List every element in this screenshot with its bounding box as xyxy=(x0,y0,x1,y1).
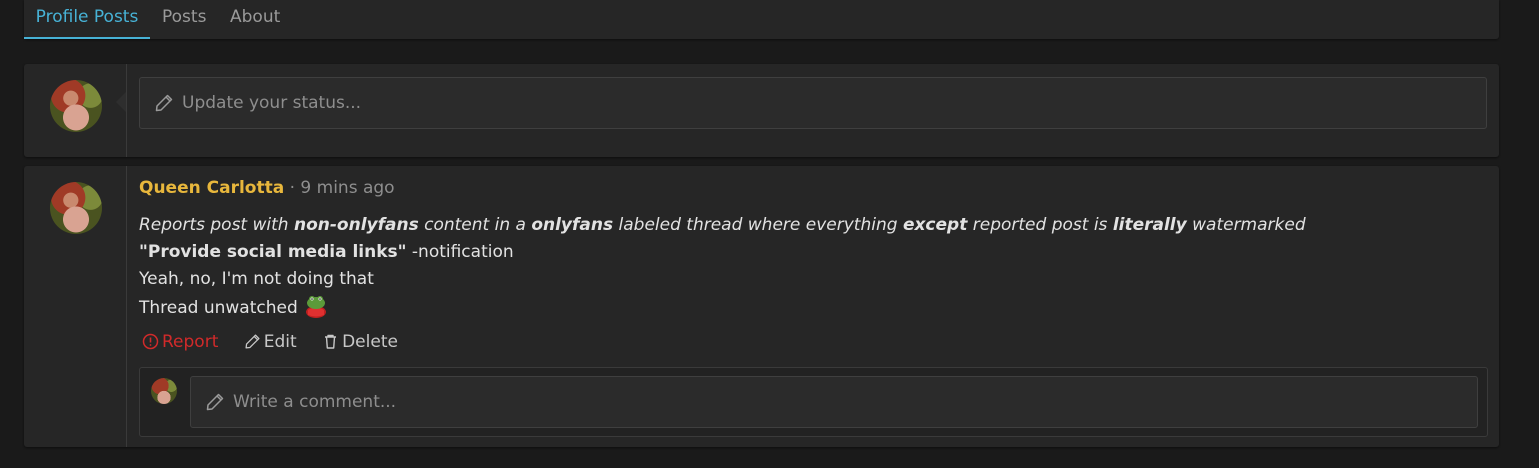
post-author-name[interactable]: Queen Carlotta xyxy=(139,178,284,198)
text: content in a xyxy=(418,215,532,235)
comment-area: Write a comment... xyxy=(139,367,1488,437)
avatar[interactable] xyxy=(50,80,102,132)
post-header: Queen Carlotta · 9 mins ago xyxy=(139,178,395,198)
pencil-icon xyxy=(155,94,173,112)
post-line-4: Thread unwatched xyxy=(139,293,1306,323)
comment-avatar[interactable] xyxy=(151,378,177,404)
post-content: Reports post with non-onlyfans content i… xyxy=(139,212,1306,323)
delete-label: Delete xyxy=(342,332,398,352)
post-actions: Report Edit Delete xyxy=(142,332,418,352)
tab-posts[interactable]: Posts xyxy=(162,0,206,37)
alert-circle-icon xyxy=(142,333,159,350)
pencil-icon xyxy=(245,334,260,349)
text: Reports post with xyxy=(139,215,294,235)
text: watermarked xyxy=(1186,215,1306,235)
bold-text: non-onlyfans xyxy=(293,215,419,235)
post-line-3: Yeah, no, I'm not doing that xyxy=(139,269,374,289)
text: -notification xyxy=(406,242,514,262)
bold-text: literally xyxy=(1112,215,1187,235)
pencil-icon xyxy=(206,393,224,411)
report-label: Report xyxy=(162,332,219,352)
post-time[interactable]: 9 mins ago xyxy=(300,178,394,198)
comment-placeholder: Write a comment... xyxy=(233,392,397,412)
profile-post: Queen Carlotta · 9 mins ago Reports post… xyxy=(24,166,1499,447)
post-line-1: Reports post with non-onlyfans content i… xyxy=(139,212,1306,239)
bold-text: onlyfans xyxy=(531,215,614,235)
edit-button[interactable]: Edit xyxy=(244,332,297,352)
status-input[interactable]: Update your status... xyxy=(139,77,1487,129)
avatar-column xyxy=(24,166,127,447)
avatar-pointer xyxy=(116,92,126,112)
frog-emoji-icon xyxy=(302,293,330,319)
separator: · xyxy=(289,178,296,198)
profile-tabs: Profile Posts Posts About xyxy=(24,0,1499,39)
report-button[interactable]: Report xyxy=(142,332,218,352)
text: labeled thread where everything xyxy=(613,215,903,235)
post-line-2: "Provide social media links" -notificati… xyxy=(139,239,1306,266)
post-author-avatar[interactable] xyxy=(50,182,102,234)
delete-button[interactable]: Delete xyxy=(322,332,398,352)
status-placeholder: Update your status... xyxy=(182,93,362,113)
avatar-column xyxy=(24,64,127,157)
comment-input[interactable]: Write a comment... xyxy=(190,376,1478,428)
bold-text: "Provide social media links" xyxy=(139,242,407,262)
edit-label: Edit xyxy=(263,332,297,352)
status-update-block: Update your status... xyxy=(24,64,1499,157)
tab-about[interactable]: About xyxy=(230,0,280,37)
text: Thread unwatched xyxy=(139,298,298,318)
tab-profile-posts[interactable]: Profile Posts xyxy=(24,0,150,39)
text: reported post is xyxy=(967,215,1113,235)
trash-icon xyxy=(325,334,337,349)
bold-text: except xyxy=(902,215,968,235)
